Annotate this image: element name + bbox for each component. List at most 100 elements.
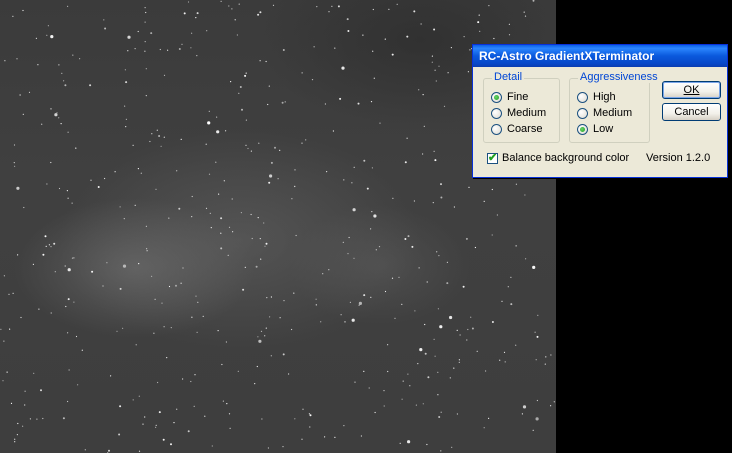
star — [491, 188, 493, 191]
star — [363, 159, 366, 162]
star — [12, 15, 14, 17]
aggressiveness-low-option[interactable]: Low — [577, 122, 613, 136]
star — [58, 64, 60, 66]
star — [483, 427, 485, 429]
aggressiveness-high-option[interactable]: High — [577, 90, 616, 104]
star — [419, 348, 423, 352]
star — [73, 301, 75, 303]
star — [168, 217, 170, 219]
star — [407, 440, 411, 444]
star — [155, 188, 157, 190]
balance-background-checkbox[interactable]: ✔ — [487, 152, 498, 164]
star — [191, 32, 193, 34]
detail-fine-radio[interactable] — [491, 91, 502, 103]
detail-coarse-radio[interactable] — [491, 123, 502, 135]
star — [435, 80, 437, 82]
star — [308, 413, 310, 415]
star — [81, 349, 83, 351]
star — [294, 169, 296, 171]
ok-button[interactable]: OK — [662, 81, 721, 99]
balance-background-option[interactable]: ✔ Balance background color — [487, 151, 629, 165]
aggressiveness-medium-radio[interactable] — [577, 107, 588, 119]
detail-coarse-option[interactable]: Coarse — [491, 122, 542, 136]
detail-coarse-label: Coarse — [507, 123, 543, 135]
star — [352, 208, 356, 212]
star — [216, 116, 218, 118]
star — [122, 327, 124, 329]
star — [240, 212, 242, 214]
balance-background-label: Balance background color — [502, 152, 630, 164]
star — [383, 405, 385, 407]
star — [493, 37, 495, 40]
star — [424, 323, 426, 326]
star — [282, 446, 284, 448]
detail-medium-option[interactable]: Medium — [491, 106, 546, 120]
star — [462, 285, 465, 288]
star — [142, 423, 144, 425]
star — [216, 130, 220, 134]
star — [272, 4, 275, 6]
star — [508, 23, 510, 25]
star — [50, 35, 54, 39]
star — [66, 190, 68, 192]
star — [156, 129, 158, 131]
star — [496, 214, 498, 216]
star — [422, 403, 424, 405]
star — [132, 144, 134, 146]
star — [363, 294, 366, 297]
star — [387, 370, 389, 373]
star — [443, 105, 446, 107]
star — [58, 117, 60, 119]
star — [411, 245, 414, 248]
star — [32, 263, 35, 265]
star — [196, 331, 198, 333]
star — [301, 72, 303, 74]
star — [67, 298, 70, 301]
star — [501, 300, 503, 302]
star — [48, 244, 51, 246]
star — [124, 69, 126, 71]
star — [42, 253, 45, 256]
star — [422, 153, 424, 155]
star — [196, 12, 199, 15]
star — [182, 267, 184, 269]
cancel-button-label: Cancel — [674, 106, 709, 118]
star — [178, 207, 181, 210]
star — [153, 332, 155, 334]
star — [553, 401, 555, 403]
aggressiveness-medium-option[interactable]: Medium — [577, 106, 632, 120]
star — [238, 92, 240, 94]
star — [146, 248, 148, 250]
detail-medium-radio[interactable] — [491, 107, 502, 119]
star — [150, 32, 153, 35]
star — [77, 384, 79, 386]
star — [206, 30, 208, 32]
star — [523, 11, 525, 13]
star — [19, 94, 21, 96]
aggressiveness-high-radio[interactable] — [577, 91, 588, 103]
cancel-button[interactable]: Cancel — [662, 103, 721, 121]
star — [437, 371, 439, 373]
star — [17, 422, 19, 425]
star — [119, 287, 122, 290]
star — [228, 413, 231, 415]
star — [373, 77, 375, 79]
star — [387, 344, 389, 346]
title-bar[interactable]: RC-Astro GradientXTerminator — [473, 45, 727, 67]
star — [315, 304, 317, 306]
star — [537, 314, 539, 316]
star — [23, 206, 25, 209]
star — [340, 314, 342, 316]
star — [180, 282, 182, 284]
detail-fine-option[interactable]: Fine — [491, 90, 528, 104]
star — [75, 335, 78, 338]
aggressiveness-low-radio[interactable] — [577, 123, 588, 135]
star — [348, 236, 350, 239]
star — [358, 304, 360, 306]
star — [326, 171, 328, 173]
star — [230, 81, 232, 83]
star — [125, 126, 127, 128]
star — [337, 5, 340, 8]
star — [194, 374, 196, 376]
star — [191, 195, 193, 198]
